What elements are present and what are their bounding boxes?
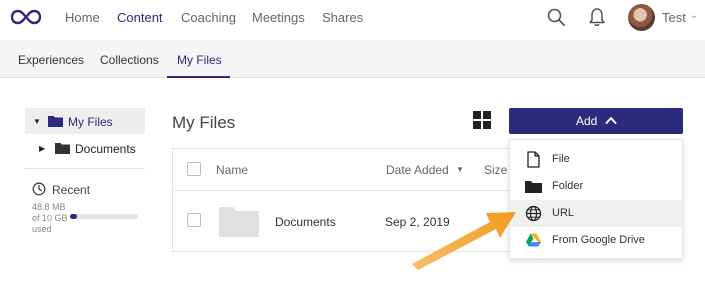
column-header-size[interactable]: Size: [484, 163, 507, 177]
user-menu-chevron-down-icon[interactable]: ⌄: [690, 10, 698, 21]
sidebar-divider: [25, 168, 145, 169]
storage-used-text: 48.8 MB: [32, 202, 66, 212]
sidebar-item-my-files[interactable]: ▼ My Files: [25, 108, 145, 134]
column-header-date-added[interactable]: Date Added: [386, 163, 449, 177]
grid-view-icon[interactable]: [473, 111, 491, 129]
menu-item-url[interactable]: URL: [510, 200, 682, 227]
nav-home[interactable]: Home: [65, 10, 100, 25]
add-button-label: Add: [576, 114, 598, 128]
sub-navbar: Experiences Collections My Files: [0, 40, 705, 78]
nav-coaching[interactable]: Coaching: [181, 10, 236, 25]
tab-collections[interactable]: Collections: [100, 53, 159, 67]
nav-shares[interactable]: Shares: [322, 10, 363, 25]
sidebar-item-recent[interactable]: Recent: [52, 183, 90, 197]
tab-my-files[interactable]: My Files: [177, 53, 222, 67]
caret-right-icon[interactable]: ▶: [39, 144, 45, 153]
bell-icon[interactable]: [587, 7, 607, 27]
folder-icon: [525, 181, 542, 193]
user-name[interactable]: Test: [662, 10, 686, 25]
add-button[interactable]: Add: [509, 108, 683, 134]
avatar[interactable]: [628, 4, 655, 31]
add-dropdown-menu: File Folder URL From Google Drive: [509, 139, 683, 259]
annotation-arrow-icon: [412, 212, 516, 270]
menu-item-folder[interactable]: Folder: [510, 173, 682, 200]
menu-item-label: URL: [552, 207, 575, 219]
row-checkbox[interactable]: [187, 213, 201, 227]
nav-content[interactable]: Content: [117, 10, 163, 25]
storage-progress-fill: [70, 214, 77, 219]
menu-item-label: File: [552, 153, 570, 165]
page-title: My Files: [172, 113, 236, 132]
top-navbar: Home Content Coaching Meetings Shares Te…: [0, 0, 705, 38]
storage-progress-bar: [70, 214, 138, 219]
menu-item-file[interactable]: File: [510, 146, 682, 173]
caret-down-icon[interactable]: ▼: [33, 117, 41, 126]
column-header-name[interactable]: Name: [216, 163, 248, 177]
nav-meetings[interactable]: Meetings: [252, 10, 305, 25]
active-tab-indicator: [167, 76, 230, 78]
clock-icon: [32, 182, 46, 196]
menu-item-label: Folder: [552, 180, 584, 192]
chevron-up-icon: [605, 117, 617, 124]
row-name[interactable]: Documents: [275, 215, 336, 229]
storage-used-label: used: [32, 224, 52, 234]
menu-item-label: From Google Drive: [552, 234, 645, 246]
sidebar-item-label: Documents: [75, 142, 136, 156]
select-all-checkbox[interactable]: [187, 162, 201, 176]
search-icon[interactable]: [546, 7, 566, 27]
folder-icon: [48, 116, 63, 127]
infinity-logo-icon[interactable]: [10, 7, 42, 27]
file-icon: [527, 151, 540, 168]
storage-total-text: of 10 GB: [32, 213, 68, 223]
sidebar-item-documents[interactable]: ▶ Documents: [25, 135, 145, 161]
sort-descending-icon[interactable]: ▼: [456, 165, 464, 174]
menu-item-google-drive[interactable]: From Google Drive: [510, 227, 682, 254]
table-header: Name Date Added ▼ Size: [173, 149, 511, 191]
folder-thumbnail-icon: [219, 207, 259, 237]
folder-icon: [55, 143, 70, 154]
tab-experiences[interactable]: Experiences: [18, 53, 84, 67]
sidebar-item-label: My Files: [68, 115, 113, 129]
